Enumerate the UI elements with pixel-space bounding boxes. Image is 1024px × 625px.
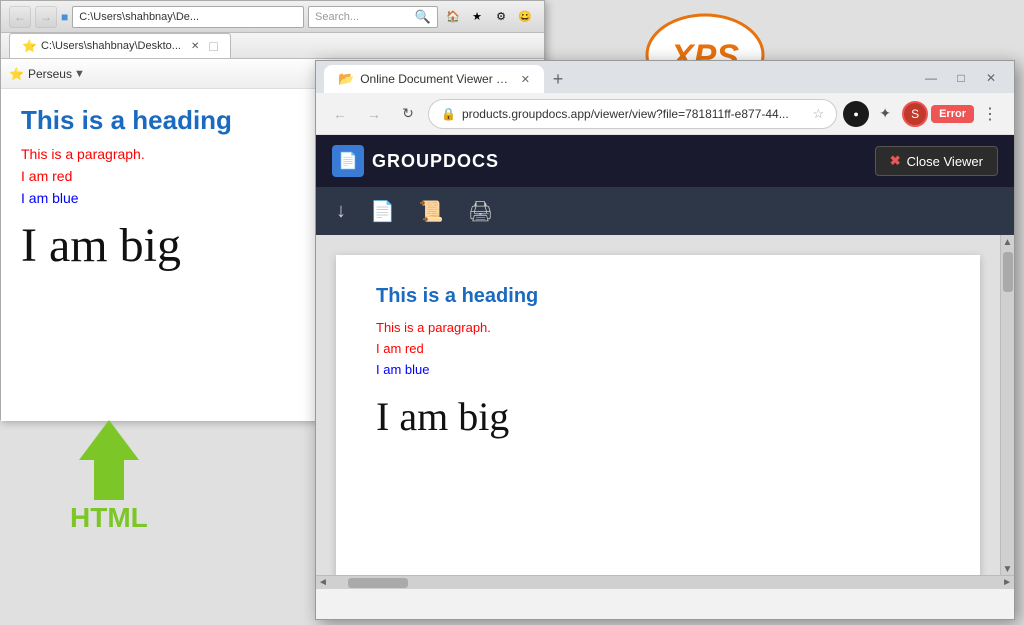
chrome-new-tab-btn[interactable]: +	[544, 65, 572, 93]
address-icon: ■	[61, 10, 68, 24]
address-text: C:\Users\shahbnay\De...	[79, 11, 199, 23]
pdf-icon[interactable]: 📜	[419, 199, 444, 224]
gd-page: This is a heading This is a paragraph. I…	[336, 255, 980, 575]
search-icon: 🔍	[415, 9, 431, 25]
gd-close-viewer-btn[interactable]: ✖ Close Viewer	[875, 146, 998, 176]
toolbar-dropdown[interactable]: ▼	[74, 68, 85, 80]
chrome-tab-favicon: 📂	[338, 71, 354, 87]
window-controls: 🏠 ★ ⚙ 😀	[442, 6, 536, 28]
smiley-icon[interactable]: 😀	[514, 6, 536, 28]
chrome-back-btn[interactable]: ←	[326, 100, 354, 128]
user-avatar: S	[902, 101, 928, 127]
scroll-up-arrow[interactable]: ▲	[1003, 237, 1013, 248]
gd-hscroll-thumb[interactable]	[348, 578, 408, 588]
close-viewer-label: Close Viewer	[907, 154, 983, 169]
tab-label: C:\Users\shahbnay\Deskto...	[41, 40, 181, 52]
file-icon[interactable]: 📄	[370, 199, 395, 224]
star-icon[interactable]: ★	[466, 6, 488, 28]
chrome-tab-close-icon[interactable]: ✕	[521, 73, 530, 86]
close-x-icon: ✖	[890, 153, 901, 169]
download-icon[interactable]: ↓	[336, 200, 346, 223]
chrome-minimize-btn[interactable]: —	[916, 63, 946, 93]
gd-doc-blue: I am blue	[376, 362, 940, 377]
chrome-maximize-btn[interactable]: □	[946, 63, 976, 93]
hscroll-right-arrow[interactable]: ►	[1002, 577, 1012, 588]
star-bookmark-icon[interactable]: ☆	[812, 106, 824, 122]
scroll-down-arrow[interactable]: ▼	[1003, 564, 1013, 575]
new-tab-plus: +	[553, 69, 564, 90]
chrome-forward-btn[interactable]: →	[360, 100, 388, 128]
home-icon[interactable]: 🏠	[442, 6, 464, 28]
gear-icon[interactable]: ⚙	[490, 6, 512, 28]
close-icon: ✕	[986, 71, 996, 85]
gd-doc-red: I am red	[376, 341, 940, 356]
bg-tab-bar: ⭐ C:\Users\shahbnay\Deskto... ✕ □	[1, 33, 544, 59]
gd-header: 📄 GROUPDOCS ✖ Close Viewer	[316, 135, 1014, 187]
gd-scrollbar[interactable]: ▲ ▼	[1000, 235, 1014, 575]
bg-titlebar: ← → ■ C:\Users\shahbnay\De... Search... …	[1, 1, 544, 33]
chrome-toolbar-icons: ● ✦ S Error ⋮	[843, 100, 1004, 128]
toolbar-favicon: ⭐	[9, 67, 24, 81]
chrome-close-btn[interactable]: ✕	[976, 63, 1006, 93]
hscroll-left-arrow[interactable]: ◄	[318, 577, 328, 588]
gd-page-wrapper[interactable]: This is a heading This is a paragraph. I…	[316, 235, 1000, 575]
record-icon: ●	[853, 109, 858, 119]
html-label: HTML	[70, 502, 148, 534]
chrome-window: 📂 Online Document Viewer | Free O ✕ + — …	[315, 60, 1015, 620]
chrome-tab-label: Online Document Viewer | Free O	[360, 72, 511, 86]
gd-content-area: This is a heading This is a paragraph. I…	[316, 235, 1014, 575]
chrome-tab-active[interactable]: 📂 Online Document Viewer | Free O ✕	[324, 65, 544, 93]
chrome-extensions-icon[interactable]: ✦	[871, 100, 899, 128]
chrome-tab-row: 📂 Online Document Viewer | Free O ✕ + — …	[316, 61, 1014, 93]
gd-hscrollbar[interactable]: ◄ ►	[316, 575, 1014, 589]
gd-logo-text: GROUPDOCS	[372, 151, 499, 172]
gd-doc-big: I am big	[376, 393, 940, 440]
print-icon[interactable]: 🖨	[468, 199, 493, 224]
gd-logo: 📄 GROUPDOCS	[332, 145, 499, 177]
gd-toolbar: ↓ 📄 📜 🖨	[316, 187, 1014, 235]
maximize-icon: □	[957, 71, 964, 85]
search-placeholder: Search...	[315, 11, 359, 23]
chrome-address-bar[interactable]: 🔒 products.groupdocs.app/viewer/view?fil…	[428, 99, 837, 129]
gd-icon-symbol: 📄	[338, 151, 358, 171]
chrome-account-icon[interactable]: S	[901, 100, 929, 128]
address-bar[interactable]: C:\Users\shahbnay\De...	[72, 6, 304, 28]
chrome-address-row: ← → ↻ 🔒 products.groupdocs.app/viewer/vi…	[316, 93, 1014, 135]
error-text: Error	[939, 108, 966, 120]
minimize-icon: —	[925, 71, 937, 85]
lock-icon: 🔒	[441, 107, 456, 121]
back-btn[interactable]: ←	[9, 6, 31, 28]
avatar-letter: S	[911, 107, 919, 121]
new-tab-icon[interactable]: □	[209, 38, 217, 54]
forward-btn[interactable]: →	[35, 6, 57, 28]
tab-close-icon[interactable]: ✕	[191, 41, 199, 52]
gd-doc-para: This is a paragraph.	[376, 320, 940, 335]
chrome-window-controls: — □ ✕	[916, 63, 1006, 93]
toolbar-label: Perseus	[28, 67, 72, 81]
gd-scroll-thumb[interactable]	[1003, 252, 1013, 292]
chrome-refresh-btn[interactable]: ↻	[394, 100, 422, 128]
gd-doc-heading: This is a heading	[376, 285, 940, 308]
chrome-record-btn[interactable]: ●	[843, 101, 869, 127]
gd-logo-icon: 📄	[332, 145, 364, 177]
arrow-container: HTML	[70, 420, 148, 534]
tab-favicon: ⭐	[22, 39, 37, 53]
bg-tab[interactable]: ⭐ C:\Users\shahbnay\Deskto... ✕ □	[9, 33, 231, 58]
search-bar[interactable]: Search... 🔍	[308, 6, 438, 28]
error-badge: Error	[931, 105, 974, 123]
arrow-icon	[74, 420, 144, 500]
chrome-menu-btn[interactable]: ⋮	[976, 100, 1004, 128]
chrome-address-text: products.groupdocs.app/viewer/view?file=…	[462, 107, 806, 121]
